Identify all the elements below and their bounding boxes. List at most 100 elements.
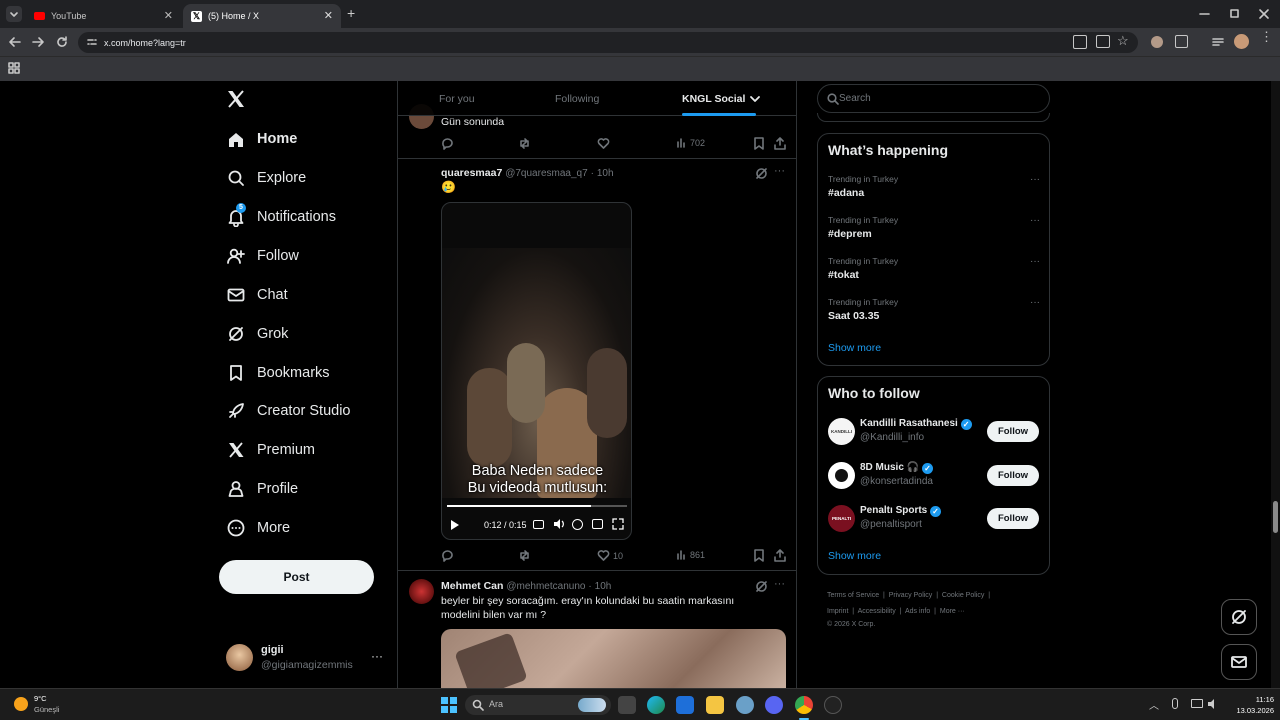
footer-link[interactable]: Ads info [905,608,930,615]
new-tab-icon[interactable]: + [347,5,355,21]
more-icon[interactable]: ··· [774,165,785,177]
follow-suggestion[interactable]: 8D Music 🎧 ✓ @konsertadinda Follow [828,462,1049,492]
bookmark-star-icon[interactable]: ☆ [1117,33,1129,49]
account-switcher[interactable]: gigii @gigiamagizemmis ··· [226,644,386,674]
share-icon[interactable] [774,549,786,562]
tab-kngl-social[interactable]: KNGL Social [682,81,761,116]
more-icon[interactable]: ··· [1030,174,1040,185]
account-more-icon[interactable]: ··· [371,649,383,663]
close-tab-icon[interactable]: ✕ [164,9,173,22]
restore-icon[interactable] [1226,6,1242,22]
task-view-icon[interactable] [618,696,636,714]
volume-icon[interactable] [553,518,565,530]
trend-item[interactable]: Trending in Turkey #deprem ··· [828,215,1040,240]
follow-button[interactable]: Follow [987,465,1039,486]
edge-icon[interactable] [647,696,665,714]
trend-item[interactable]: Trending in Turkey #adana ··· [828,174,1040,199]
tweet-time[interactable]: 10h [595,581,612,592]
nav-item-premium[interactable]: Premium [226,435,315,465]
more-icon[interactable]: ··· [1030,215,1040,226]
author-name[interactable]: Mehmet Can [441,580,503,592]
translate-icon[interactable] [1073,35,1087,49]
volume-icon[interactable] [1207,698,1219,710]
show-more-link[interactable]: Show more [828,342,881,354]
weather-widget[interactable]: 9°C Güneşli [12,694,82,718]
settings-icon[interactable] [572,519,583,530]
app-icon[interactable] [824,696,842,714]
footer-link[interactable]: Cookie Policy [942,592,984,599]
browser-tab-youtube[interactable]: YouTube ✕ [26,4,181,28]
install-app-icon[interactable] [1096,35,1110,48]
extensions-icon[interactable] [1175,35,1188,48]
grok-icon[interactable] [755,580,768,593]
nav-item-profile[interactable]: Profile [226,474,298,504]
grok-icon[interactable] [755,167,768,180]
minimize-icon[interactable] [1197,6,1213,22]
more-icon[interactable]: ··· [1030,256,1040,267]
avatar[interactable] [409,579,434,604]
close-tab-icon[interactable]: ✕ [324,9,333,22]
nav-item-bookmarks[interactable]: Bookmarks [226,358,330,388]
nav-item-notifications[interactable]: 5 Notifications [226,202,336,232]
nav-item-chat[interactable]: Chat [226,280,288,310]
nav-item-grok[interactable]: Grok [226,319,288,349]
tab-search-button[interactable] [6,6,22,22]
clock[interactable]: 11:16 13.03.2026 [1224,694,1274,716]
apps-grid-icon[interactable] [8,62,20,74]
footer-link[interactable]: More ··· [940,608,965,615]
browser-tab-x[interactable]: 𝕏 (5) Home / X ✕ [183,4,341,28]
footer-link[interactable]: Imprint [827,608,848,615]
tweet-image[interactable] [441,629,786,688]
nav-item-home[interactable]: Home [226,124,297,154]
microphone-icon[interactable] [1172,698,1178,709]
reply-icon[interactable] [441,137,454,150]
follow-button[interactable]: Follow [987,508,1039,529]
browser-menu-icon[interactable]: ⋮ [1260,30,1273,43]
messages-floating-button[interactable] [1221,644,1257,680]
views-count[interactable]: 702 [676,137,705,148]
chrome-icon[interactable] [795,696,813,714]
reload-icon[interactable] [54,34,70,50]
grok-floating-button[interactable] [1221,599,1257,635]
taskbar-search[interactable]: Ara [465,695,611,715]
post-button[interactable]: Post [219,560,374,594]
play-icon[interactable] [450,519,460,531]
like-icon[interactable] [597,137,610,150]
author-handle[interactable]: @7quaresmaa_q7 [505,168,587,179]
extension-avatar-icon[interactable] [1151,36,1163,48]
tab-following[interactable]: Following [555,81,599,116]
video-player[interactable]: Baba Neden sadece Bu videoda mutlusun: 0… [441,202,632,540]
tab-for-you[interactable]: For you [439,81,475,116]
store-icon[interactable] [676,696,694,714]
repost-icon[interactable] [518,549,531,562]
more-icon[interactable]: ··· [1030,297,1040,308]
x-logo-icon[interactable] [226,89,246,109]
nav-item-more[interactable]: More [226,513,290,543]
reply-icon[interactable] [441,549,454,562]
show-more-link[interactable]: Show more [828,550,881,562]
follow-suggestion[interactable]: KANDILLI Kandilli Rasathanesi ✓ @Kandill… [828,418,1049,448]
follow-button[interactable]: Follow [987,421,1039,442]
nav-item-explore[interactable]: Explore [226,163,306,193]
search-box[interactable]: Search [817,84,1050,113]
views-count[interactable]: 861 [676,549,705,560]
footer-link[interactable]: Terms of Service [827,592,879,599]
trend-item[interactable]: Trending in Turkey #tokat ··· [828,256,1040,281]
scrollbar[interactable] [1271,81,1280,688]
footer-link[interactable]: Privacy Policy [889,592,933,599]
nav-item-creator-studio[interactable]: Creator Studio [226,396,351,426]
profile-avatar-icon[interactable] [1234,34,1249,49]
like-button[interactable]: 10 [597,549,623,562]
video-progress-bar[interactable] [447,505,627,507]
settings-app-icon[interactable] [736,696,754,714]
discord-icon[interactable] [765,696,783,714]
follow-suggestion[interactable]: PENALTI Penaltı Sports ✓ @penaltisport F… [828,505,1049,535]
show-hidden-icons[interactable]: ︿ [1149,697,1159,712]
tweet-time[interactable]: 10h [597,168,614,179]
more-icon[interactable]: ··· [774,578,785,590]
bookmark-icon[interactable] [753,137,765,150]
media-controls-icon[interactable] [1211,35,1225,49]
display-icon[interactable] [1191,699,1203,708]
address-bar[interactable]: x.com/home?lang=tr [78,32,1138,53]
captions-icon[interactable] [533,520,544,529]
